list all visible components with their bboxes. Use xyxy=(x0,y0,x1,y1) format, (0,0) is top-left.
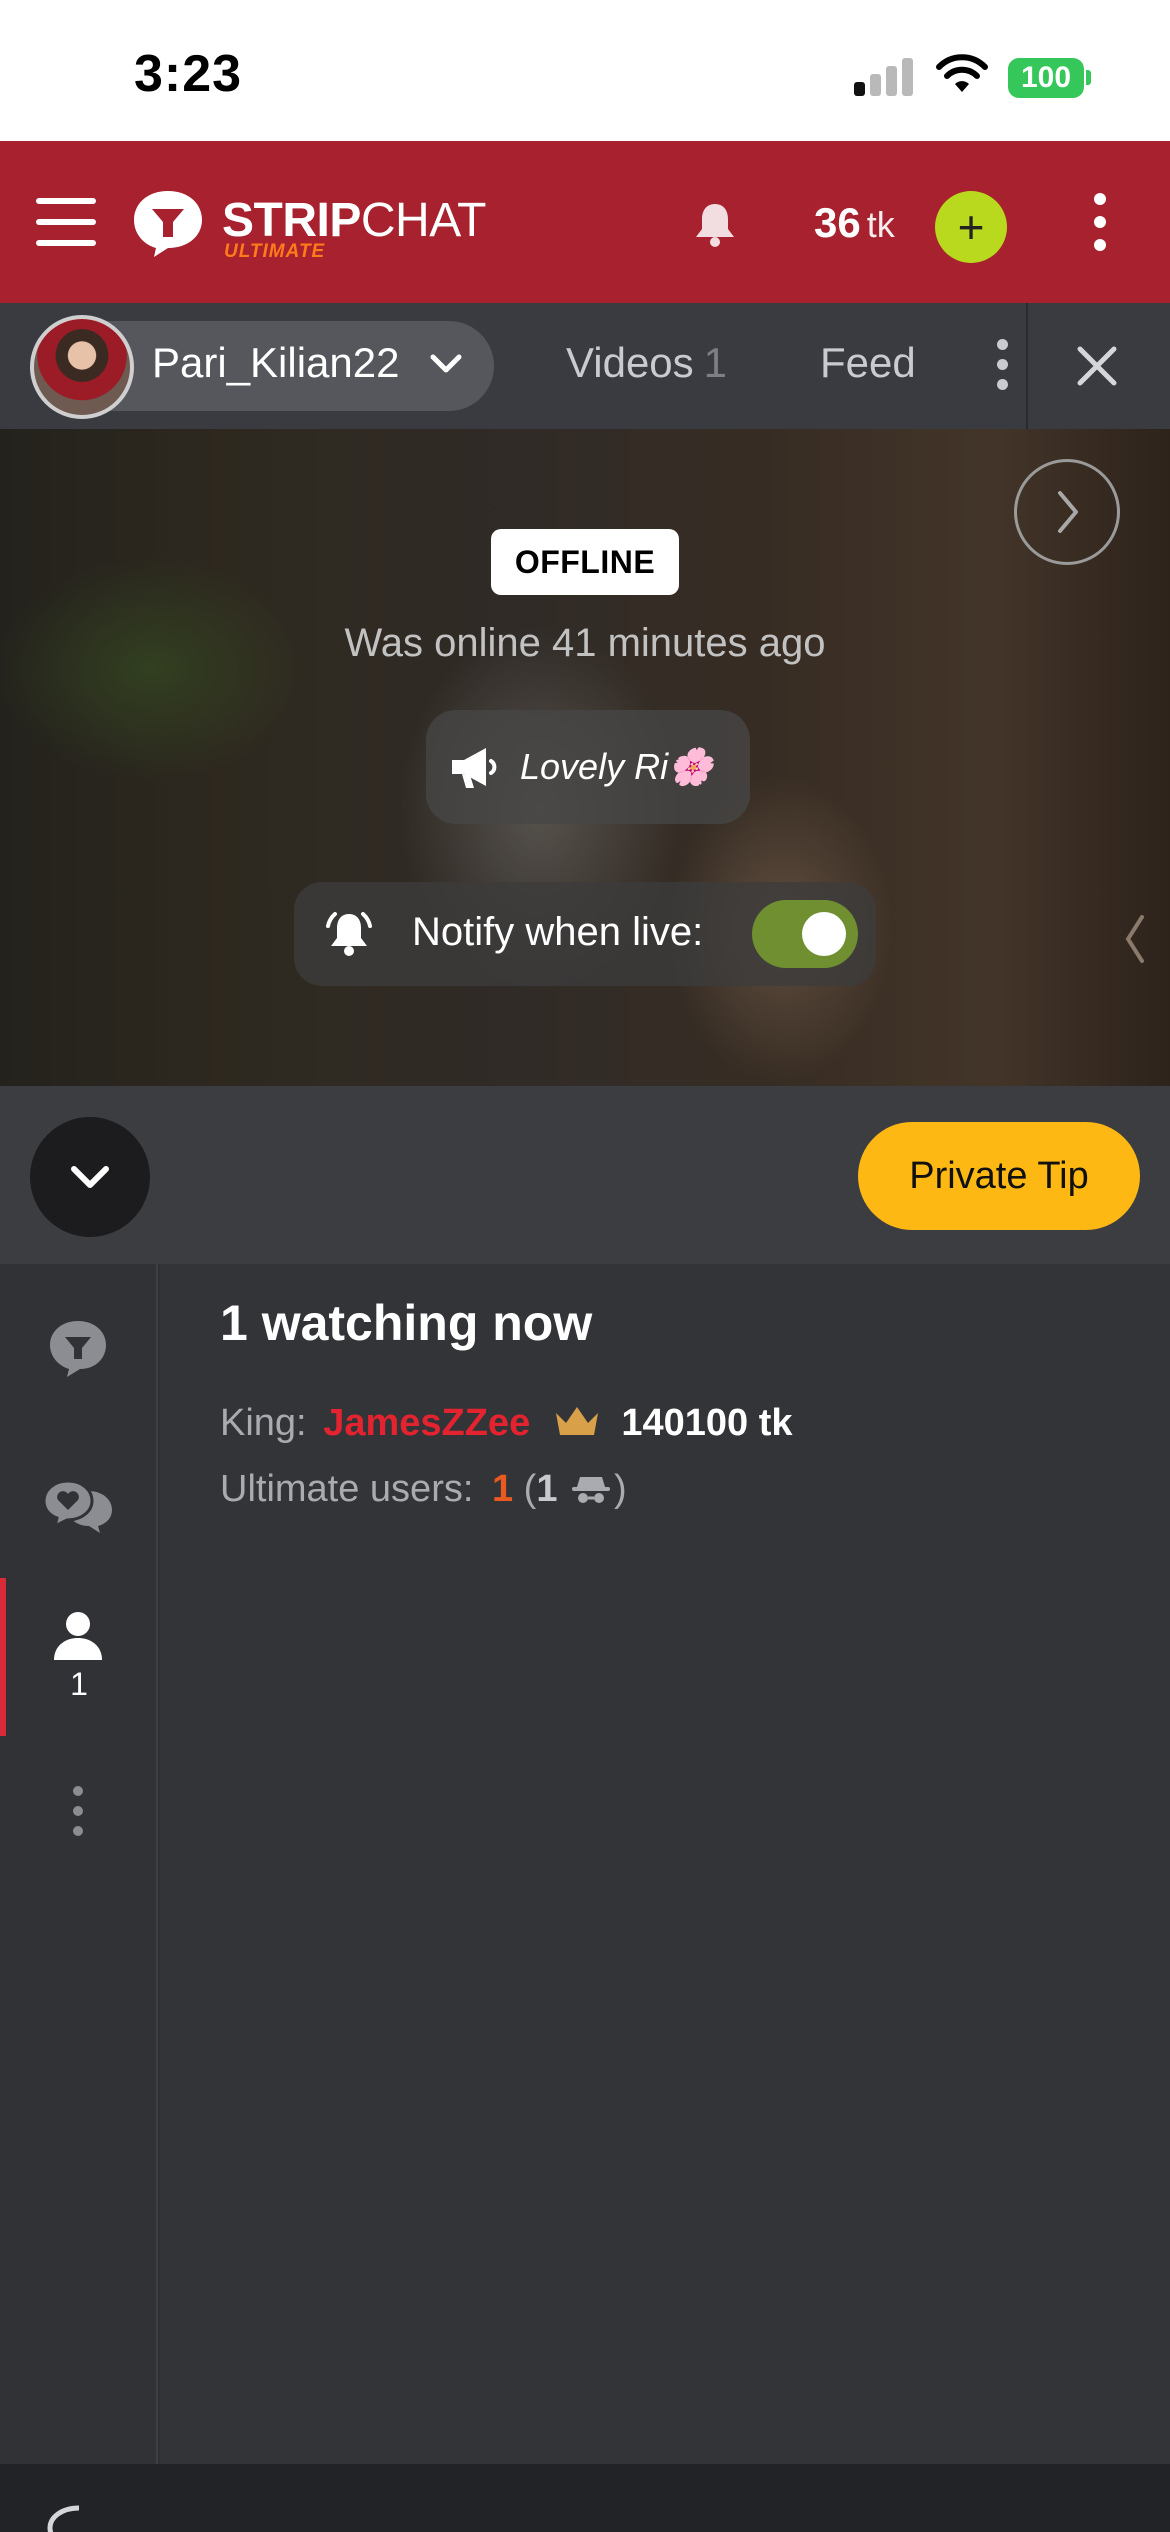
wifi-icon xyxy=(936,54,988,92)
chevron-down-icon[interactable] xyxy=(428,349,464,379)
more-tabs-icon[interactable] xyxy=(995,339,1009,399)
toggle-knob xyxy=(802,912,846,956)
topic-text: Lovely Ri🌸 xyxy=(520,746,713,787)
chat-bubble-icon[interactable] xyxy=(44,2504,114,2532)
chat-icon xyxy=(50,1321,106,1377)
token-amount: 36 xyxy=(814,199,861,246)
tab-videos-label: Videos xyxy=(566,339,694,386)
video-player[interactable]: OFFLINE Was online 41 minutes ago Lovely… xyxy=(0,429,1170,1086)
status-badge: OFFLINE xyxy=(491,529,679,595)
anonymous-count: 1 xyxy=(536,1468,558,1510)
chevron-down-icon xyxy=(71,1166,109,1188)
battery-indicator: 100 xyxy=(1008,58,1084,98)
king-label: King: xyxy=(220,1402,307,1444)
model-name[interactable]: Pari_Kilian22 xyxy=(152,339,400,387)
king-row: King: JamesZZee 140100 tk xyxy=(220,1402,792,1445)
tab-videos-count: 1 xyxy=(703,339,728,386)
private-tip-button[interactable]: Private Tip xyxy=(858,1122,1140,1230)
app-screen: 3:23 100 STRIPCHAT ULTIMATE 36 tk + Pari… xyxy=(0,0,1170,2532)
tab-videos[interactable]: Videos 1 xyxy=(566,339,727,387)
logo-ultimate-tag: ULTIMATE xyxy=(224,241,326,262)
logo-strong: STRIP xyxy=(222,194,361,247)
buy-tokens-button[interactable]: + xyxy=(935,191,1007,263)
active-tab-indicator xyxy=(0,1578,6,1736)
notify-toggle[interactable] xyxy=(752,900,858,968)
next-model-button[interactable] xyxy=(1014,459,1120,565)
cellular-signal-icon xyxy=(854,56,914,96)
private-chat-tab[interactable] xyxy=(40,1468,116,1544)
battery-nub xyxy=(1086,70,1091,85)
chevron-right-icon xyxy=(1058,491,1078,533)
status-time: 3:23 xyxy=(134,45,243,103)
ultimate-count: 1 xyxy=(491,1468,514,1510)
users-count: 1 xyxy=(70,1666,88,1702)
collapse-button[interactable] xyxy=(30,1117,150,1237)
kebab-icon[interactable] xyxy=(1090,193,1110,259)
last-seen-text: Was online 41 minutes ago xyxy=(344,621,826,665)
notify-label: Notify when live: xyxy=(412,910,704,954)
users-panel: 1 watching now King: JamesZZee 140100 tk… xyxy=(160,1264,1170,2464)
profile-bar: Pari_Kilian22 Videos 1 Feed xyxy=(0,303,1170,429)
king-username[interactable]: JamesZZee xyxy=(323,1402,530,1444)
token-unit: tk xyxy=(866,204,895,245)
ultimate-users-row: Ultimate users: 1 (1 ) xyxy=(220,1468,627,1511)
brand-logo-text[interactable]: STRIPCHAT xyxy=(222,193,486,248)
ultimate-label: Ultimate users: xyxy=(220,1468,474,1510)
status-bar: 3:23 100 xyxy=(0,0,1170,141)
anon-close-paren: ) xyxy=(614,1468,627,1510)
app-header: STRIPCHAT ULTIMATE 36 tk + xyxy=(0,141,1170,303)
chat-tab[interactable] xyxy=(40,1310,116,1386)
side-rail: 1 xyxy=(0,1264,158,2464)
divider xyxy=(1026,303,1028,429)
stripchat-logo-icon[interactable] xyxy=(130,187,206,259)
king-tokens: 140100 tk xyxy=(621,1402,793,1444)
bottom-bar xyxy=(0,2464,1170,2532)
avatar[interactable] xyxy=(30,315,134,419)
tab-feed[interactable]: Feed xyxy=(820,339,916,387)
bell-ring-icon xyxy=(326,912,372,956)
crown-icon xyxy=(555,1407,598,1435)
watching-count: 1 watching now xyxy=(220,1295,593,1351)
anon-open-paren: ( xyxy=(523,1468,537,1510)
private-chat-icon xyxy=(42,1479,112,1533)
spy-icon xyxy=(572,1477,611,1503)
user-icon xyxy=(54,1612,102,1660)
bell-icon[interactable] xyxy=(690,199,740,249)
control-bar: Private Tip xyxy=(0,1086,1170,1264)
close-icon[interactable] xyxy=(1072,341,1122,391)
hamburger-icon[interactable] xyxy=(36,198,96,246)
logo-light: CHAT xyxy=(360,194,487,247)
notify-when-live: Notify when live: xyxy=(294,882,876,986)
megaphone-icon xyxy=(452,748,497,788)
token-balance[interactable]: 36 tk xyxy=(814,199,895,247)
room-topic[interactable]: Lovely Ri🌸 xyxy=(426,710,750,824)
users-tab[interactable] xyxy=(40,1598,116,1674)
more-icon[interactable] xyxy=(71,1786,85,1842)
chevron-left-icon[interactable] xyxy=(1120,909,1150,969)
